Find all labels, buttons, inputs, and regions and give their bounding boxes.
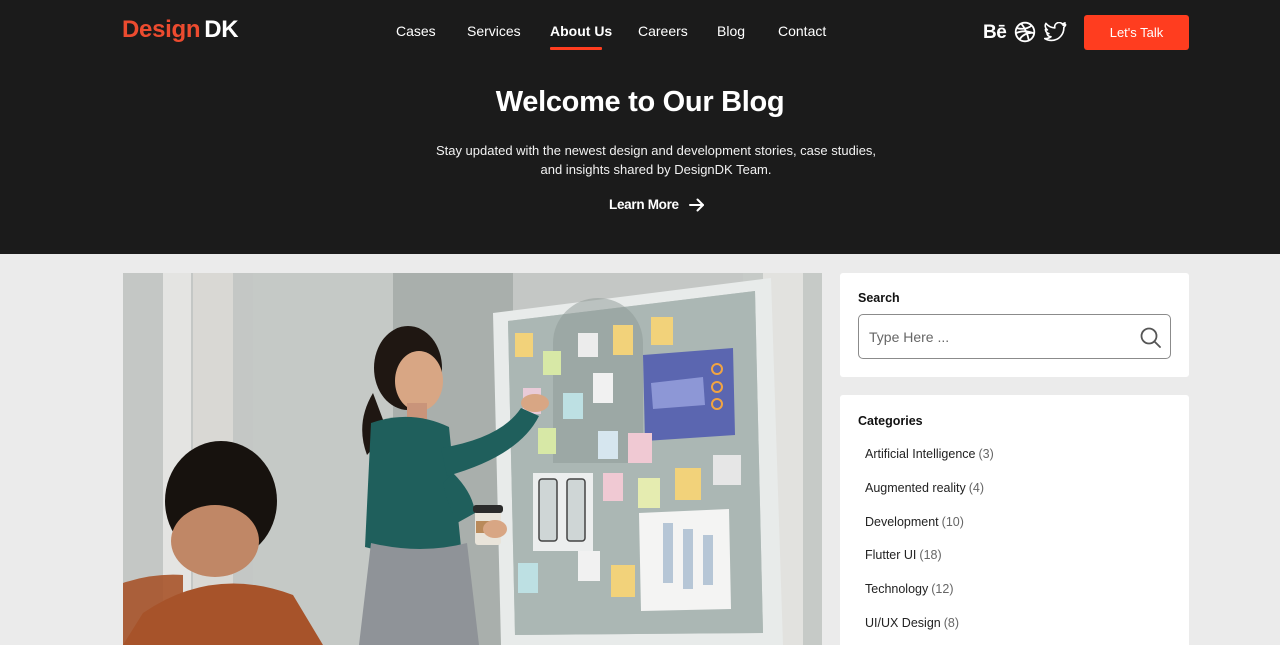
category-name: Augmented reality (865, 481, 966, 495)
category-item[interactable]: Artificial Intelligence (3) (865, 447, 994, 461)
category-item[interactable]: Flutter UI (18) (865, 548, 942, 562)
page-title: Welcome to Our Blog (495, 86, 785, 118)
hero-subtitle-line2: and insights shared by DesignDK Team. (540, 162, 772, 177)
search-input[interactable] (859, 315, 1129, 358)
arrow-right-icon (688, 198, 704, 211)
nav-item-contact[interactable]: Contact (778, 23, 826, 39)
category-name: Flutter UI (865, 548, 917, 562)
category-count: (8) (943, 616, 960, 630)
hero-subtitle: Stay updated with the newest design and … (420, 141, 892, 179)
nav-item-services[interactable]: Services (467, 23, 521, 39)
category-count: (18) (919, 548, 942, 562)
behance-icon[interactable]: Bē (983, 22, 1007, 44)
lets-talk-button[interactable]: Let's Talk (1084, 15, 1189, 50)
search-field[interactable] (858, 314, 1171, 359)
search-icon[interactable] (1140, 327, 1161, 348)
category-item[interactable]: UI/UX Design (8) (865, 616, 959, 630)
nav-item-about-us[interactable]: About Us (550, 23, 612, 39)
category-count: (4) (968, 481, 985, 495)
category-count: (3) (978, 447, 994, 461)
category-name: Technology (865, 582, 929, 596)
search-title: Search (858, 291, 900, 305)
category-name: Artificial Intelligence (865, 447, 976, 461)
nav-item-careers[interactable]: Careers (638, 23, 688, 39)
category-item[interactable]: Development (10) (865, 515, 964, 529)
category-count: (12) (931, 582, 954, 596)
category-count: (10) (941, 515, 964, 529)
twitter-icon[interactable] (1044, 22, 1067, 46)
nav-item-cases[interactable]: Cases (396, 23, 436, 39)
dribbble-icon[interactable] (1014, 21, 1036, 45)
learn-more-label: Learn More (609, 197, 679, 212)
nav-active-indicator (550, 47, 602, 50)
category-name: UI/UX Design (865, 616, 941, 630)
category-item[interactable]: Augmented reality (4) (865, 481, 984, 495)
search-widget: Search (840, 273, 1189, 377)
hero-subtitle-line1: Stay updated with the newest design and … (435, 143, 877, 158)
categories-title: Categories (858, 414, 923, 428)
hero-section: Design DK Cases Services About Us Careers… (0, 0, 1280, 254)
learn-more-link[interactable]: Learn More (609, 197, 705, 212)
category-item[interactable]: Technology (12) (865, 582, 953, 596)
nav-item-blog[interactable]: Blog (717, 23, 745, 39)
categories-widget: Categories Artificial Intelligence (3) Au… (840, 395, 1189, 645)
featured-post-image[interactable] (123, 273, 822, 645)
category-name: Development (865, 515, 939, 529)
